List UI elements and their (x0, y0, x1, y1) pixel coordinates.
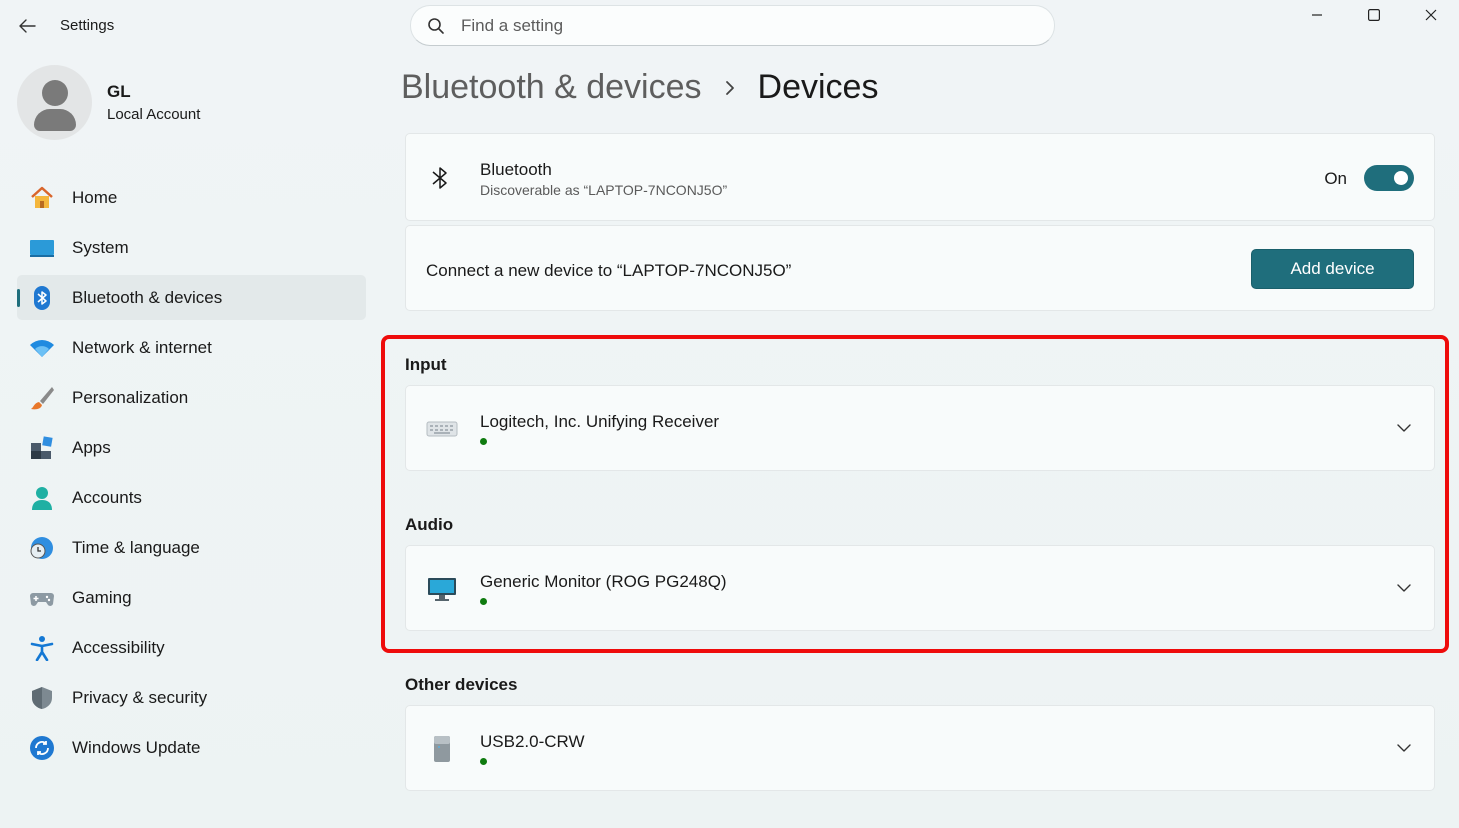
sidebar-item-label: Time & language (72, 537, 200, 557)
sidebar-item-label: Bluetooth & devices (72, 287, 223, 307)
close-button[interactable] (1402, 0, 1459, 30)
maximize-icon (1367, 9, 1380, 21)
user-profile[interactable]: GL Local Account (17, 65, 200, 140)
sidebar-item-accessibility[interactable]: Accessibility (17, 625, 366, 670)
time-language-icon (29, 535, 55, 561)
avatar-body (34, 109, 76, 131)
sidebar-item-home[interactable]: Home (17, 175, 366, 220)
sidebar-item-label: System (72, 237, 129, 257)
sidebar-item-label: Accounts (72, 487, 142, 507)
sidebar-item-windows-update[interactable]: Windows Update (17, 725, 366, 770)
sidebar-item-label: Personalization (72, 387, 189, 407)
sidebar-item-privacy-security[interactable]: Privacy & security (17, 675, 366, 720)
brush-icon (29, 385, 55, 411)
usb-drive-icon (426, 734, 458, 764)
accessibility-icon (29, 635, 55, 661)
device-card-input[interactable]: Logitech, Inc. Unifying Receiver (405, 385, 1435, 471)
device-name: USB2.0-CRW (480, 732, 585, 751)
chevron-down-icon[interactable] (1396, 740, 1412, 756)
minimize-button[interactable] (1288, 0, 1345, 30)
apps-icon (29, 435, 55, 461)
monitor-icon (426, 574, 458, 604)
bluetooth-card: Bluetooth Discoverable as “LAPTOP-7NCONJ… (405, 133, 1435, 221)
connect-device-text: Connect a new device to “LAPTOP-7NCONJ5O… (426, 261, 792, 280)
keyboard-icon (426, 414, 458, 444)
bluetooth-icon (29, 285, 55, 311)
sidebar-item-label: Apps (72, 437, 111, 457)
sidebar-nav: Home System Bluetooth & devices Network … (17, 175, 366, 775)
profile-name: GL (107, 82, 131, 101)
sidebar-item-label: Windows Update (72, 737, 201, 757)
update-icon (29, 735, 55, 761)
add-device-button[interactable]: Add device (1251, 249, 1414, 289)
chevron-right-icon (724, 80, 736, 96)
section-title-audio: Audio (405, 515, 454, 534)
search-input[interactable] (461, 15, 1021, 36)
breadcrumb: Bluetooth & devices Devices (401, 68, 878, 107)
connected-status-dot (480, 438, 487, 445)
sidebar-item-label: Accessibility (72, 637, 165, 657)
section-title-other-devices: Other devices (405, 675, 518, 694)
sidebar-item-gaming[interactable]: Gaming (17, 575, 366, 620)
profile-text: GL Local Account (107, 82, 200, 123)
avatar (17, 65, 92, 140)
chevron-down-icon[interactable] (1396, 420, 1412, 436)
bluetooth-state-label: On (1324, 169, 1347, 188)
page-title: Devices (757, 68, 879, 106)
sidebar-item-label: Home (72, 187, 118, 207)
device-card-other[interactable]: USB2.0-CRW (405, 705, 1435, 791)
sidebar-item-system[interactable]: System (17, 225, 366, 270)
maximize-button[interactable] (1345, 0, 1402, 30)
home-icon (29, 185, 55, 211)
breadcrumb-parent[interactable]: Bluetooth & devices (401, 68, 702, 107)
window-controls (1288, 0, 1459, 30)
app-title: Settings (60, 17, 115, 34)
sidebar-item-time-language[interactable]: Time & language (17, 525, 366, 570)
sidebar-item-label: Network & internet (72, 337, 212, 357)
sidebar-item-label: Privacy & security (72, 687, 208, 707)
sidebar-item-label: Gaming (72, 587, 132, 607)
sidebar-item-bluetooth-devices[interactable]: Bluetooth & devices (17, 275, 366, 320)
back-arrow-icon (19, 19, 36, 33)
back-button[interactable] (14, 14, 40, 38)
chevron-down-icon[interactable] (1396, 580, 1412, 596)
bluetooth-symbol-icon (430, 164, 450, 197)
sidebar-item-network[interactable]: Network & internet (17, 325, 366, 370)
system-icon (29, 235, 55, 261)
search-icon (428, 17, 444, 34)
minimize-icon (1311, 14, 1322, 16)
shield-icon (29, 685, 55, 711)
connected-status-dot (480, 598, 487, 605)
accounts-icon (29, 485, 55, 511)
settings-window: Settings GL Local Account Home (0, 0, 1459, 828)
avatar-head (42, 80, 68, 106)
connected-status-dot (480, 758, 487, 765)
device-card-audio[interactable]: Generic Monitor (ROG PG248Q) (405, 545, 1435, 631)
section-title-input: Input (405, 355, 447, 374)
bluetooth-title: Bluetooth (480, 160, 552, 179)
gamepad-icon (29, 585, 55, 611)
sidebar-item-accounts[interactable]: Accounts (17, 475, 366, 520)
device-name: Logitech, Inc. Unifying Receiver (480, 412, 720, 431)
toggle-knob (1394, 171, 1408, 185)
search-box[interactable] (410, 5, 1055, 46)
profile-account-type: Local Account (107, 106, 201, 123)
bluetooth-toggle[interactable] (1364, 165, 1414, 191)
wifi-icon (29, 335, 55, 361)
sidebar-item-personalization[interactable]: Personalization (17, 375, 366, 420)
bluetooth-discoverable-text: Discoverable as “LAPTOP-7NCONJ5O” (480, 182, 728, 198)
connect-device-card: Connect a new device to “LAPTOP-7NCONJ5O… (405, 225, 1435, 311)
device-name: Generic Monitor (ROG PG248Q) (480, 572, 727, 591)
sidebar-item-apps[interactable]: Apps (17, 425, 366, 470)
close-icon (1425, 9, 1436, 21)
